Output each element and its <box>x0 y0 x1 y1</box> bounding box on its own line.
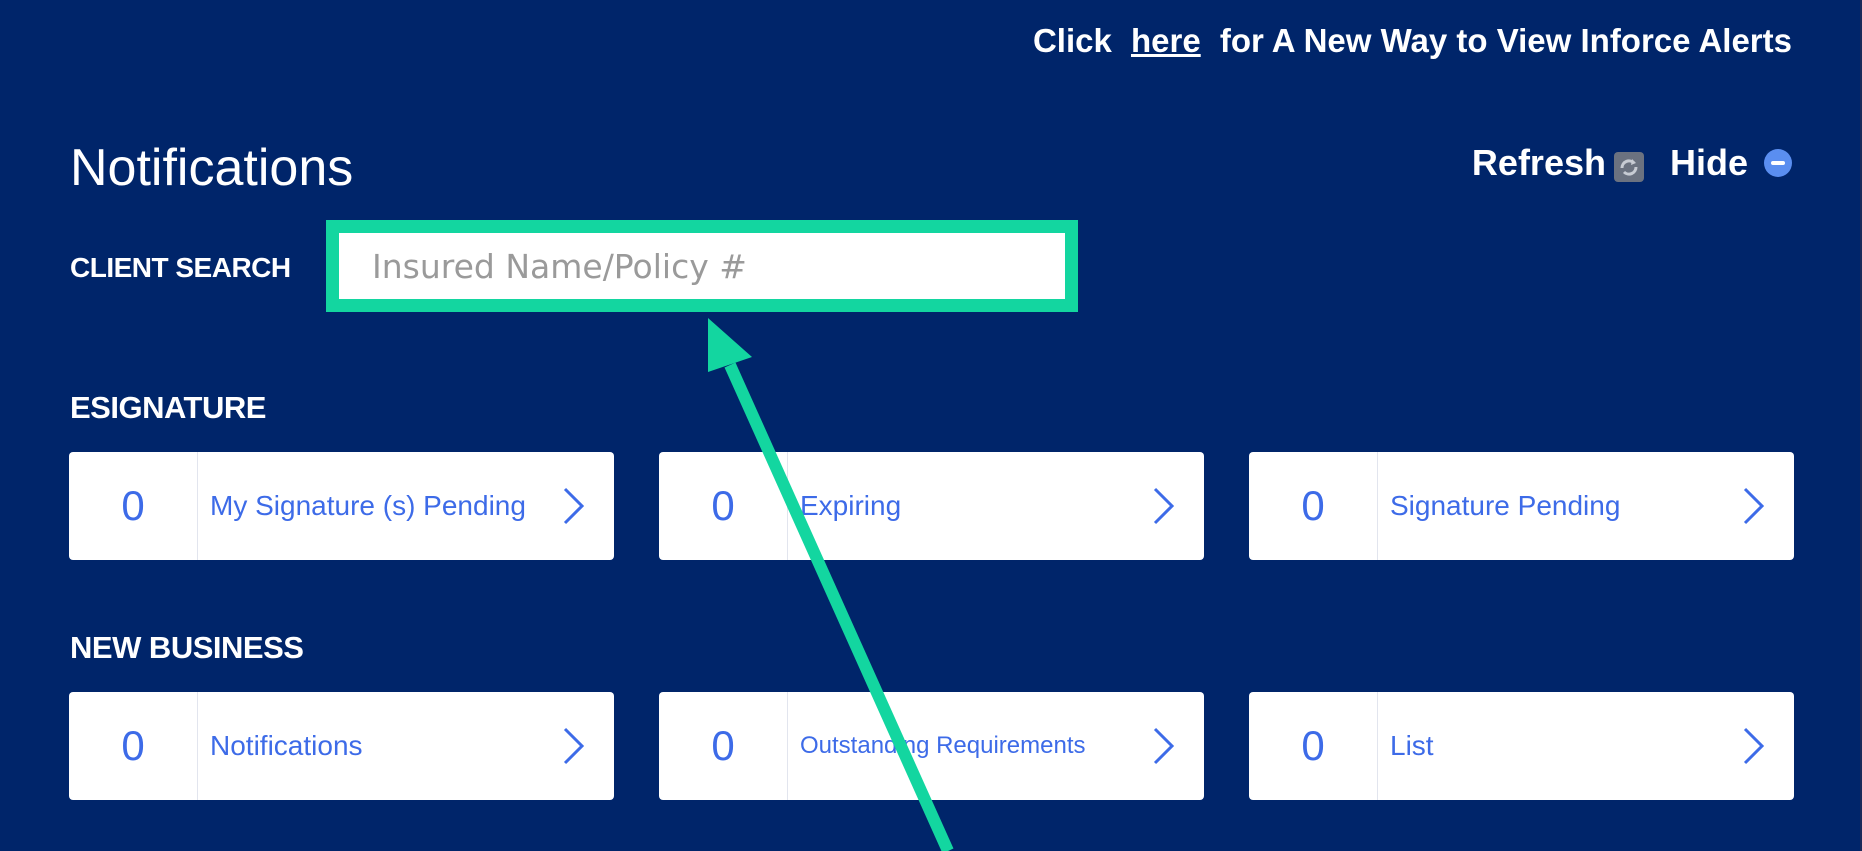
esignature-card-my-signatures-pending[interactable]: 0 My Signature (s) Pending <box>69 452 614 560</box>
esignature-card-signature-pending[interactable]: 0 Signature Pending <box>1249 452 1794 560</box>
client-search-label: CLIENT SEARCH <box>70 252 291 283</box>
banner-suffix: for A New Way to View Inforce Alerts <box>1219 22 1792 59</box>
chevron-right-icon <box>1743 727 1765 765</box>
card-label: Expiring <box>800 490 902 521</box>
esignature-section-title: ESIGNATURE <box>70 390 266 425</box>
new-business-card-outstanding-requirements[interactable]: 0 Outstanding Requirements <box>659 692 1204 800</box>
notifications-panel: Click here for A New Way to View Inforce… <box>0 0 1862 851</box>
header-actions: Refresh Hide <box>1472 142 1792 184</box>
new-business-card-list[interactable]: 0 List <box>1249 692 1794 800</box>
page-title: Notifications <box>70 139 354 197</box>
card-label: List <box>1390 730 1434 761</box>
card-count: 0 <box>69 452 198 560</box>
card-label: My Signature (s) Pending <box>210 490 526 521</box>
client-search-input[interactable] <box>339 233 1065 299</box>
chevron-right-icon <box>1153 487 1175 525</box>
new-business-section-title: NEW BUSINESS <box>70 630 304 665</box>
inforce-alerts-link[interactable]: here <box>1131 22 1201 59</box>
hide-minus-icon <box>1764 149 1792 177</box>
chevron-right-icon <box>1743 487 1765 525</box>
card-count: 0 <box>69 692 198 800</box>
hide-label: Hide <box>1669 142 1748 183</box>
inforce-alerts-banner: Click here for A New Way to View Inforce… <box>1033 22 1792 60</box>
chevron-right-icon <box>563 727 585 765</box>
refresh-icon <box>1613 152 1644 182</box>
refresh-label: Refresh <box>1471 142 1606 183</box>
hide-button[interactable]: Hide <box>1670 142 1792 184</box>
card-count: 0 <box>659 692 788 800</box>
card-label: Outstanding Requirements <box>800 732 1086 759</box>
new-business-card-notifications[interactable]: 0 Notifications <box>69 692 614 800</box>
card-count: 0 <box>659 452 788 560</box>
card-count: 0 <box>1249 692 1378 800</box>
card-label: Signature Pending <box>1390 490 1621 521</box>
refresh-button[interactable]: Refresh <box>1472 142 1660 184</box>
chevron-right-icon <box>1153 727 1175 765</box>
esignature-card-expiring[interactable]: 0 Expiring <box>659 452 1204 560</box>
card-count: 0 <box>1249 452 1378 560</box>
banner-prefix: Click <box>1032 22 1112 59</box>
chevron-right-icon <box>563 487 585 525</box>
card-label: Notifications <box>210 730 363 761</box>
client-search-highlight <box>326 220 1078 312</box>
